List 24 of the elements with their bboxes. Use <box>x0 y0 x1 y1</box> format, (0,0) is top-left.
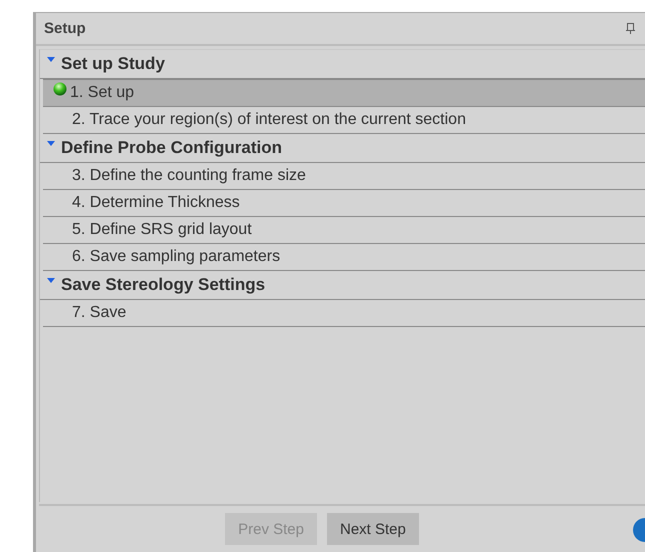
status-dot-icon <box>53 82 67 96</box>
expanded-caret-icon[interactable] <box>47 57 55 62</box>
step-row[interactable]: 3. Define the counting frame size <box>43 163 645 190</box>
step-row[interactable]: 1. Set up <box>43 79 645 107</box>
step-row[interactable]: 2. Trace your region(s) of interest on the current section <box>43 107 645 134</box>
expanded-caret-icon[interactable] <box>47 141 55 146</box>
panel-title: Setup <box>44 20 86 37</box>
step-row[interactable]: 7. Save <box>43 300 645 327</box>
step-label: 3. Define the counting frame size <box>72 167 306 185</box>
step-label: 4. Determine Thickness <box>72 194 240 212</box>
step-label: 1. Set up <box>70 84 134 102</box>
step-row[interactable]: 6. Save sampling parameters <box>43 244 645 271</box>
step-label: 7. Save <box>72 304 126 322</box>
step-label: 5. Define SRS grid layout <box>72 221 252 239</box>
expanded-caret-icon[interactable] <box>47 278 55 283</box>
step-row[interactable]: 5. Define SRS grid layout <box>43 217 645 244</box>
group-header[interactable]: Set up Study <box>61 54 165 74</box>
pin-icon[interactable] <box>626 23 635 34</box>
group-header[interactable]: Save Stereology Settings <box>61 275 266 295</box>
group-header[interactable]: Define Probe Configuration <box>61 138 282 158</box>
step-label: 2. Trace your region(s) of interest on the current section <box>72 111 466 129</box>
step-button[interactable]: Next Step <box>327 513 419 545</box>
step-label: 6. Save sampling parameters <box>72 248 280 266</box>
step-row[interactable]: 4. Determine Thickness <box>43 190 645 217</box>
